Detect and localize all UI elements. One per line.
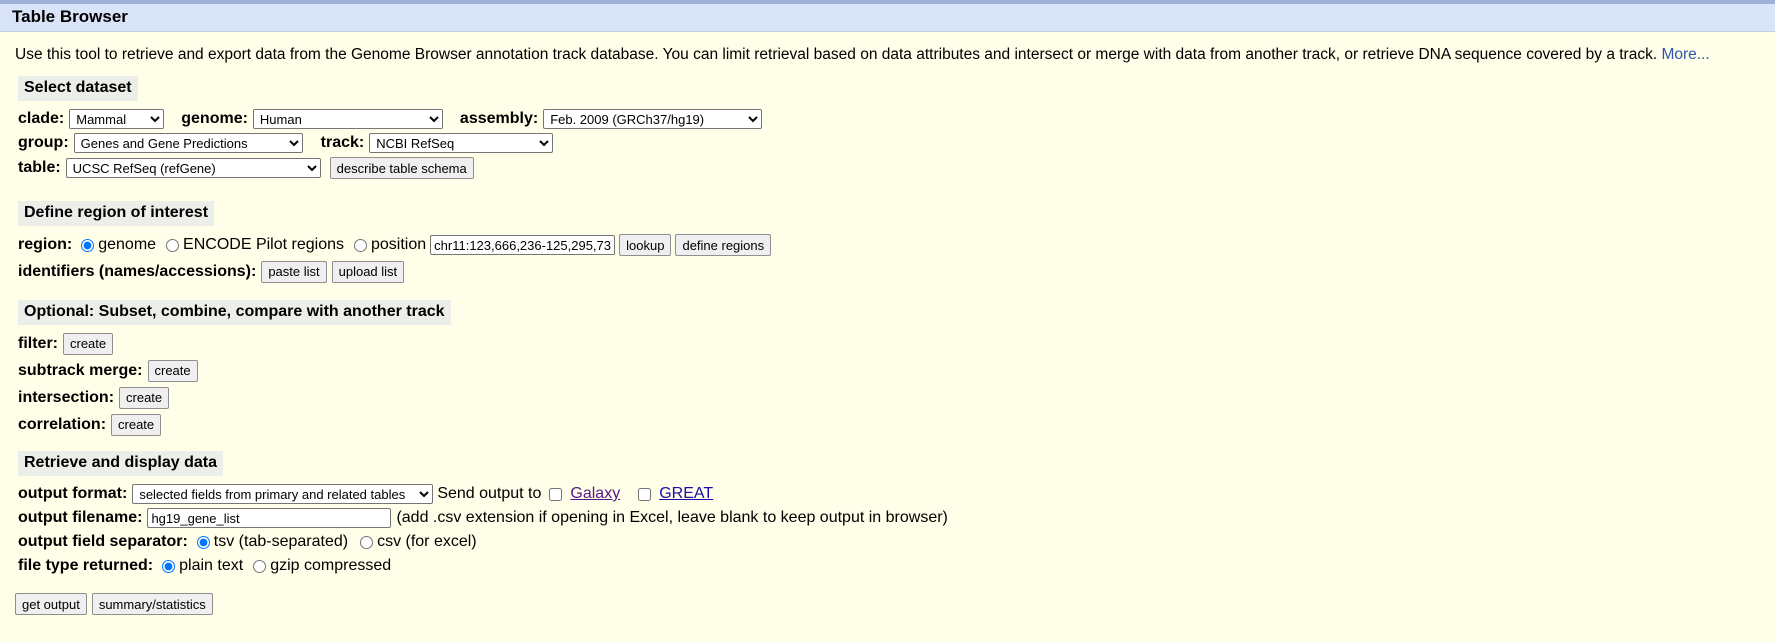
filter-create-button[interactable]: create (63, 332, 114, 355)
output-format-select[interactable]: selected fields from primary and related… (132, 484, 434, 504)
output-filename-row: output filename: (add .csv extension if … (18, 506, 1760, 530)
tsv-label: tsv (tab-separated) (213, 533, 349, 550)
region-encode-radio[interactable] (166, 238, 180, 252)
gzip-label: gzip compressed (270, 557, 392, 574)
subtrack-merge-label: subtrack merge: (18, 361, 143, 379)
describe-table-schema-button[interactable]: describe table schema (329, 157, 474, 179)
subtrack-merge-row: subtrack merge: create (18, 357, 1760, 384)
correlation-row: correlation: create (18, 411, 1760, 438)
plain-text-radio[interactable] (162, 559, 176, 573)
define-region-heading: Define region of interest (18, 201, 215, 226)
assembly-label: assembly: (459, 110, 539, 127)
clade-label: clade: (18, 110, 65, 127)
csv-radio[interactable] (360, 535, 374, 549)
output-filename-input[interactable] (147, 508, 392, 528)
identifiers-label: identifiers (names/accessions): (18, 262, 257, 280)
summary-statistics-button[interactable]: summary/statistics (91, 593, 213, 615)
tsv-radio[interactable] (196, 535, 210, 549)
track-select[interactable]: NCBI RefSeq (369, 133, 554, 153)
separator-row: output field separator: tsv (tab-separat… (18, 530, 1760, 554)
separator-label: output field separator: (18, 533, 188, 550)
region-position-radio[interactable] (354, 238, 367, 252)
subtrack-merge-create-button[interactable]: create (147, 359, 198, 382)
send-output-label: Send output to (437, 485, 542, 502)
filename-hint: (add .csv extension if opening in Excel,… (396, 509, 948, 526)
plain-text-label: plain text (179, 557, 244, 574)
region-label: region: (18, 236, 73, 253)
correlation-create-button[interactable]: create (111, 413, 162, 436)
submit-row: get output summary/statistics (15, 592, 1760, 616)
group-label: group: (18, 134, 69, 151)
file-type-row: file type returned: plain text gzip comp… (18, 554, 1760, 578)
intro-paragraph: Use this tool to retrieve and export dat… (15, 46, 1760, 64)
assembly-select[interactable]: Feb. 2009 (GRCh37/hg19) (543, 109, 763, 129)
filter-row: filter: create (18, 330, 1760, 357)
upload-list-button[interactable]: upload list (331, 260, 405, 283)
region-row: region: genome ENCODE Pilot regions posi… (18, 232, 1760, 258)
file-type-label: file type returned: (18, 557, 154, 574)
clade-select[interactable]: Mammal (69, 109, 165, 129)
table-select[interactable]: UCSC RefSeq (refGene) (65, 158, 321, 178)
correlation-label: correlation: (18, 415, 107, 433)
genome-select[interactable]: Human (252, 109, 443, 129)
filter-label: filter: (18, 334, 58, 352)
output-format-row: output format: selected fields from prim… (18, 482, 1760, 506)
group-select[interactable]: Genes and Gene Predictions (73, 133, 303, 153)
gzip-radio[interactable] (253, 559, 267, 573)
optional-heading: Optional: Subset, combine, compare with … (18, 300, 451, 325)
intersection-create-button[interactable]: create (119, 386, 170, 409)
define-regions-button[interactable]: define regions (675, 234, 772, 256)
region-encode-label: ENCODE Pilot regions (183, 236, 344, 253)
more-link[interactable]: More... (1661, 46, 1709, 63)
galaxy-checkbox[interactable] (549, 487, 563, 501)
table-browser-page: Table Browser Use this tool to retrieve … (0, 0, 1775, 642)
position-input[interactable] (430, 235, 616, 255)
paste-list-button[interactable]: paste list (261, 260, 327, 283)
genome-label: genome: (181, 110, 248, 127)
output-format-label: output format: (18, 485, 128, 502)
intersection-label: intersection: (18, 388, 115, 406)
table-row: table: UCSC RefSeq (refGene) describe ta… (18, 155, 1760, 181)
get-output-button[interactable]: get output (15, 593, 87, 615)
table-label: table: (18, 159, 61, 176)
csv-label: csv (for excel) (377, 533, 477, 550)
clade-genome-assembly-row: clade: Mammal genome: Human assembly: Fe… (18, 107, 1760, 131)
region-position-label: position (371, 236, 427, 253)
page-title: Table Browser (0, 4, 1775, 32)
galaxy-link[interactable]: Galaxy (570, 485, 620, 503)
great-checkbox[interactable] (638, 487, 652, 501)
great-link[interactable]: GREAT (659, 485, 713, 503)
intro-text: Use this tool to retrieve and export dat… (15, 46, 1658, 63)
main-content: Use this tool to retrieve and export dat… (0, 32, 1775, 616)
identifiers-row: identifiers (names/accessions): paste li… (18, 258, 1760, 285)
retrieve-heading: Retrieve and display data (18, 451, 223, 476)
lookup-button[interactable]: lookup (619, 234, 672, 256)
region-genome-label: genome (98, 236, 157, 253)
intersection-row: intersection: create (18, 384, 1760, 411)
group-track-row: group: Genes and Gene Predictions track:… (18, 131, 1760, 155)
track-label: track: (320, 134, 365, 151)
region-genome-radio[interactable] (81, 238, 95, 252)
select-dataset-heading: Select dataset (18, 76, 138, 101)
output-filename-label: output filename: (18, 509, 143, 526)
